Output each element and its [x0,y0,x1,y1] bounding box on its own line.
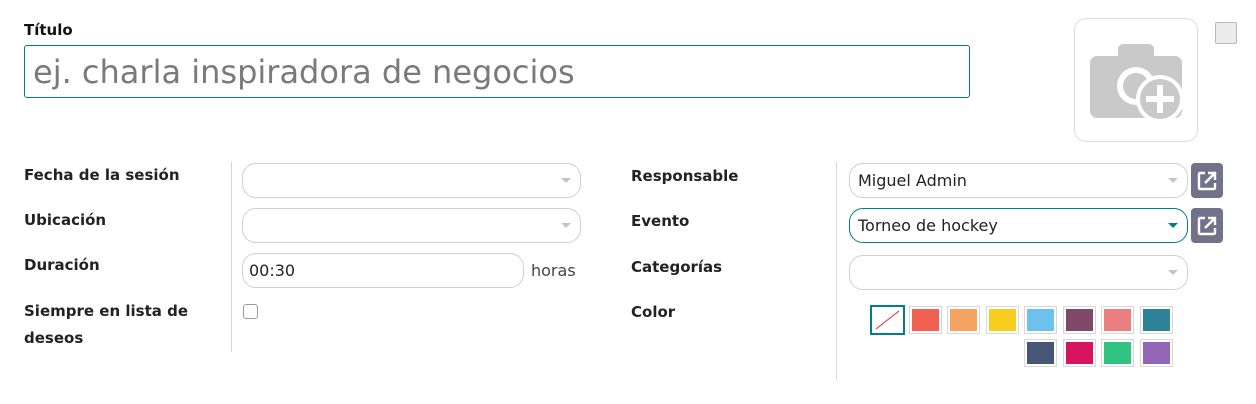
color-swatch[interactable] [1024,306,1057,334]
caret-down-icon [561,223,571,228]
color-swatch[interactable] [1101,306,1134,334]
caret-down-icon [1168,223,1178,228]
camera-add-icon [1090,44,1184,122]
image-upload[interactable] [1074,18,1198,142]
title-label: Título [24,21,73,39]
color-swatch[interactable] [1063,306,1096,334]
color-swatch[interactable] [947,306,980,334]
event-external-link-button[interactable] [1191,208,1223,243]
responsible-external-link-button[interactable] [1191,163,1223,198]
external-link-icon [1197,216,1217,235]
color-swatch[interactable] [909,306,942,334]
event-value: Torneo de hockey [858,216,998,235]
duration-input[interactable] [242,253,524,288]
wishlist-label-line2: deseos [24,329,84,347]
categories-label: Categorías [631,258,723,276]
location-select[interactable] [242,208,581,243]
location-label: Ubicación [24,211,107,229]
wishlist-checkbox[interactable] [243,304,258,319]
event-select[interactable]: Torneo de hockey [849,208,1188,243]
duration-label: Duración [24,256,100,274]
color-swatch[interactable] [1140,306,1173,334]
color-swatch[interactable] [1140,339,1173,367]
top-right-checkbox[interactable] [1215,22,1237,44]
wishlist-label-line1: Siempre en lista de [24,302,188,320]
color-swatch[interactable] [986,306,1019,334]
responsible-select[interactable]: Miguel Admin [849,163,1188,198]
responsible-label: Responsable [631,167,739,185]
responsible-value: Miguel Admin [858,171,967,190]
caret-down-icon [561,178,571,183]
duration-unit: horas [531,261,576,280]
categories-select[interactable] [849,255,1188,290]
color-swatch[interactable] [1063,339,1096,367]
right-divider [836,162,837,380]
caret-down-icon [1168,178,1178,183]
caret-down-icon [1168,270,1178,275]
session-date-select[interactable] [242,163,581,198]
color-swatch-none[interactable] [870,305,905,335]
color-swatch[interactable] [1024,339,1057,367]
event-label: Evento [631,212,690,230]
left-divider [231,162,232,352]
session-date-label: Fecha de la sesión [24,166,180,184]
external-link-icon [1197,171,1217,190]
color-label: Color [631,303,676,321]
title-input[interactable] [24,45,970,98]
color-swatch[interactable] [1101,339,1134,367]
